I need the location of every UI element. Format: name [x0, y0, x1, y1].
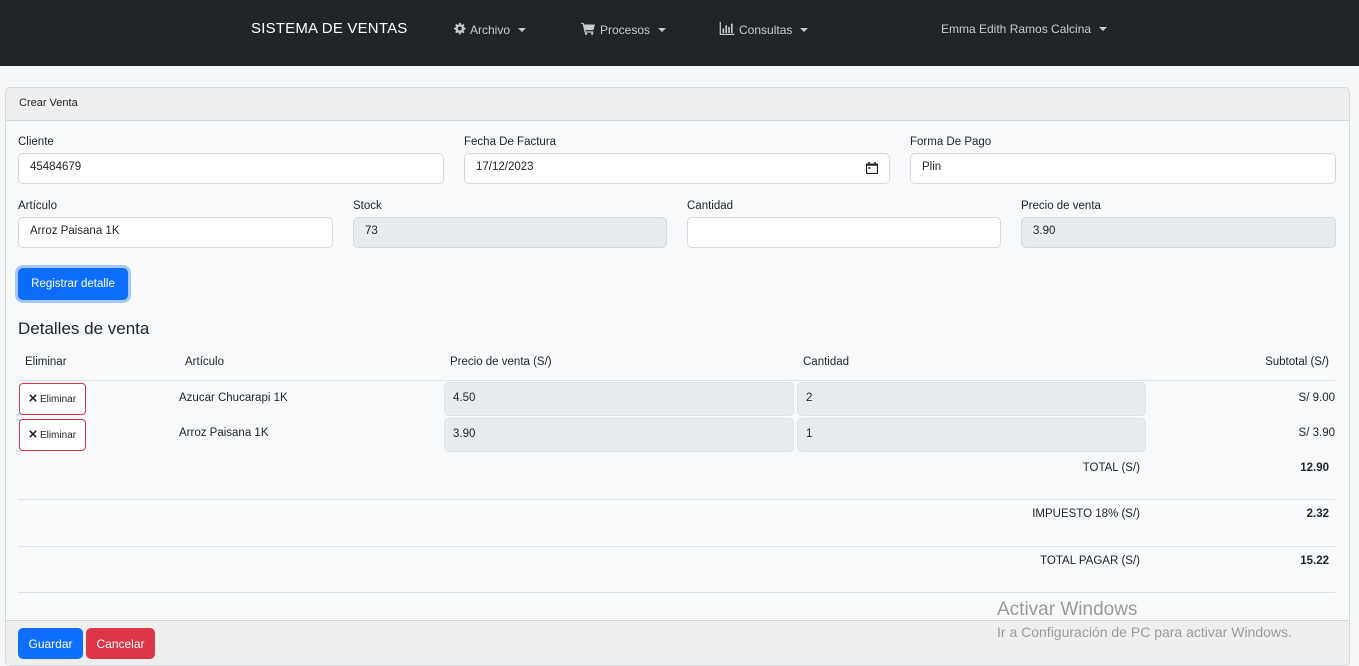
nav-archivo-label: Archivo: [470, 23, 511, 37]
eliminar-label: Eliminar: [39, 393, 77, 405]
eliminar-button[interactable]: Eliminar: [19, 419, 86, 451]
total-pagar-label: TOTAL PAGAR (S/): [1040, 555, 1140, 567]
activation-watermark-text: Ir a Configuración de PC para activar Wi…: [997, 624, 1292, 640]
articulo-select[interactable]: Arroz Paisana 1K: [18, 217, 333, 248]
eliminar-button[interactable]: Eliminar: [19, 383, 86, 415]
fecha-value: 17/12/2023: [476, 161, 534, 173]
caret-down-icon: [1099, 27, 1108, 31]
total-label: TOTAL (S/): [1082, 462, 1140, 474]
row-cantidad: 1: [797, 418, 1146, 452]
detalles-title: Detalles de venta: [18, 319, 150, 338]
col-subtotal: Subtotal (S/): [1265, 356, 1329, 368]
card-header: Crear Venta: [6, 88, 1349, 121]
caret-down-icon: [658, 28, 667, 32]
cantidad-input[interactable]: [687, 217, 1001, 248]
nav-consultas[interactable]: Consultas: [719, 22, 809, 38]
nav-consultas-label: Consultas: [739, 23, 793, 37]
fecha-input[interactable]: 17/12/2023: [464, 153, 890, 184]
row-cantidad: 2: [797, 382, 1146, 416]
forma-pago-label: Forma De Pago: [910, 136, 992, 148]
cantidad-label: Cantidad: [687, 200, 734, 212]
nav-procesos-label: Procesos: [600, 23, 651, 37]
cliente-label: Cliente: [18, 136, 54, 148]
precio-label: Precio de venta: [1021, 200, 1101, 212]
user-menu[interactable]: Emma Edith Ramos Calcina: [941, 22, 1108, 36]
cancelar-button[interactable]: Cancelar: [86, 628, 155, 659]
col-cantidad: Cantidad: [803, 356, 850, 368]
close-icon: [29, 393, 37, 405]
col-precio: Precio de venta (S/): [450, 356, 552, 368]
cart-icon: [581, 22, 596, 38]
total-pagar-value: 15.22: [1300, 555, 1329, 567]
impuesto-value: 2.32: [1306, 508, 1329, 520]
user-name: Emma Edith Ramos Calcina: [941, 22, 1092, 36]
registrar-detalle-button[interactable]: Registrar detalle: [18, 268, 128, 300]
row-precio: 4.50: [444, 382, 794, 416]
caret-down-icon: [800, 28, 809, 32]
col-articulo: Artículo: [185, 356, 224, 368]
articulo-label: Artículo: [18, 200, 57, 212]
fecha-label: Fecha De Factura: [464, 136, 557, 148]
row-precio: 3.90: [444, 418, 794, 452]
guardar-button[interactable]: Guardar: [18, 628, 83, 659]
forma-pago-select[interactable]: Plin: [910, 153, 1336, 184]
divider: [18, 499, 1335, 500]
row-articulo: Arroz Paisana 1K: [179, 427, 269, 439]
stock-field: 73: [353, 217, 667, 248]
caret-down-icon: [518, 28, 527, 32]
top-navbar: SISTEMA DE VENTAS Archivo Procesos Consu…: [0, 0, 1359, 66]
stock-label: Stock: [353, 200, 382, 212]
col-eliminar: Eliminar: [25, 356, 67, 368]
activation-watermark-title: Activar Windows: [997, 599, 1138, 620]
cliente-input[interactable]: 45484679: [18, 153, 444, 184]
eliminar-label: Eliminar: [39, 429, 77, 441]
divider: [18, 592, 1335, 593]
impuesto-label: IMPUESTO 18% (S/): [1032, 508, 1140, 520]
calendar-icon[interactable]: [866, 162, 878, 177]
gear-icon: [453, 22, 466, 38]
divider: [18, 546, 1335, 547]
row-subtotal: S/ 3.90: [1298, 427, 1335, 439]
total-value: 12.90: [1300, 462, 1329, 474]
precio-field: 3.90: [1021, 217, 1336, 248]
brand-title[interactable]: SISTEMA DE VENTAS: [251, 20, 408, 37]
row-articulo: Azucar Chucarapi 1K: [179, 392, 288, 404]
nav-procesos[interactable]: Procesos: [581, 22, 667, 38]
nav-archivo[interactable]: Archivo: [453, 22, 527, 38]
divider: [18, 380, 1335, 381]
close-icon: [29, 429, 37, 441]
row-subtotal: S/ 9.00: [1298, 392, 1335, 404]
chart-icon: [719, 22, 735, 38]
